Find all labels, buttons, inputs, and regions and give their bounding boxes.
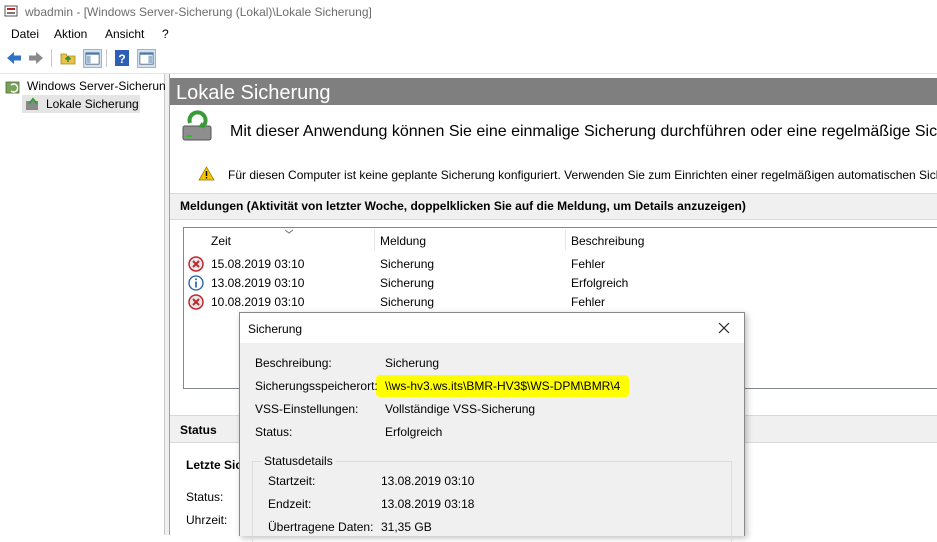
column-header-description[interactable]: Beschreibung	[571, 234, 644, 248]
row-time: 15.08.2019 03:10	[211, 257, 305, 271]
messages-section-title: Meldungen (Aktivität von letzter Woche, …	[180, 199, 746, 213]
status-value: Erfolgreich	[385, 425, 443, 439]
messages-section-header: Meldungen (Aktivität von letzter Woche, …	[170, 193, 937, 220]
tree-selected-row[interactable]: Lokale Sicherung	[22, 95, 140, 113]
local-backup-icon	[26, 97, 38, 110]
warning-icon	[198, 166, 215, 181]
start-time-label: Startzeit:	[268, 474, 316, 488]
start-time-value: 13.08.2019 03:10	[381, 474, 475, 488]
toolbar-separator	[51, 49, 52, 67]
menu-aktion[interactable]: Aktion	[54, 27, 87, 41]
menu-bar: Datei Aktion Ansicht ?	[0, 24, 937, 44]
help-icon[interactable]: ?	[113, 49, 131, 67]
svg-text:?: ?	[118, 52, 125, 66]
description-value: Sicherung	[385, 356, 440, 370]
back-arrow-icon[interactable]	[5, 49, 23, 67]
backup-details-dialog: Sicherung Beschreibung: Sicherung Sicher…	[239, 312, 745, 542]
wbadmin-app-icon	[4, 5, 18, 17]
row-description: Erfolgreich	[571, 276, 629, 290]
error-icon	[188, 256, 204, 272]
backup-location-label: Sicherungsspeicherort:	[255, 379, 378, 393]
tree-item-local-backup[interactable]: Lokale Sicherung	[46, 97, 139, 111]
column-divider	[374, 230, 375, 250]
description-label: Beschreibung:	[255, 356, 332, 370]
menu-datei[interactable]: Datei	[11, 27, 39, 41]
error-icon	[188, 294, 204, 310]
column-header-time[interactable]: Zeit	[211, 234, 231, 248]
row-time: 10.08.2019 03:10	[211, 295, 305, 309]
properties-pane-icon[interactable]	[137, 49, 156, 68]
folder-up-icon[interactable]	[59, 49, 77, 67]
status-details-legend: Statusdetails	[261, 454, 336, 468]
status-label: Status:	[255, 425, 293, 439]
menu-ansicht[interactable]: Ansicht	[105, 27, 144, 41]
end-time-label: Endzeit:	[268, 497, 312, 511]
backup-location-value: \\ws-hv3.ws.its\BMR-HV3$\WS-DPM\BMR\4	[385, 379, 621, 393]
info-icon	[188, 275, 204, 291]
transferred-data-value: 31,35 GB	[381, 520, 432, 534]
backup-drive-icon	[182, 110, 212, 141]
row-description: Fehler	[571, 295, 606, 309]
intro-text: Mit dieser Anwendung können Sie eine ein…	[230, 123, 937, 140]
window-title-bar: wbadmin - [Windows Server-Sicherung (Lok…	[0, 0, 937, 24]
menu-help[interactable]: ?	[162, 27, 169, 41]
row-message: Sicherung	[380, 295, 435, 309]
status-details-group: Statusdetails Startzeit: 13.08.2019 03:1…	[252, 454, 732, 542]
server-backup-icon	[5, 81, 20, 94]
show-hide-tree-icon[interactable]	[83, 49, 102, 68]
close-icon[interactable]	[710, 315, 738, 341]
tree-root-windows-server-backup[interactable]: Windows Server-Sicherun	[27, 79, 166, 93]
content-header: Lokale Sicherung	[170, 78, 937, 105]
status-section-title: Status	[180, 423, 217, 437]
table-row[interactable]: 15.08.2019 03:10 Sicherung Fehler	[184, 255, 937, 274]
page-title: Lokale Sicherung	[176, 82, 331, 104]
row-message: Sicherung	[380, 257, 435, 271]
row-message: Sicherung	[380, 276, 435, 290]
status-label: Status:	[186, 490, 224, 504]
time-label: Uhrzeit:	[186, 513, 228, 527]
table-row[interactable]: 10.08.2019 03:10 Sicherung Fehler	[184, 293, 937, 312]
column-divider	[565, 230, 566, 250]
toolbar: ?	[0, 44, 937, 74]
warning-text: Für diesen Computer ist keine geplante S…	[228, 168, 937, 182]
forward-arrow-icon[interactable]	[27, 49, 45, 67]
transferred-data-label: Übertragene Daten:	[268, 520, 374, 534]
vss-settings-label: VSS-Einstellungen:	[255, 402, 359, 416]
window-title: wbadmin - [Windows Server-Sicherung (Lok…	[25, 5, 372, 19]
row-time: 13.08.2019 03:10	[211, 276, 305, 290]
row-description: Fehler	[571, 257, 606, 271]
dialog-title: Sicherung	[248, 322, 303, 336]
toolbar-separator	[106, 49, 107, 67]
vss-settings-value: Vollständige VSS-Sicherung	[385, 402, 536, 416]
column-header-message[interactable]: Meldung	[380, 234, 426, 248]
end-time-value: 13.08.2019 03:18	[381, 497, 475, 511]
last-backup-heading: Letzte Sic	[186, 458, 243, 472]
navigation-tree: Windows Server-Sicherun Lokale Sicherung	[0, 74, 166, 535]
table-row[interactable]: 13.08.2019 03:10 Sicherung Erfolgreich	[184, 274, 937, 293]
dialog-title-bar: Sicherung	[240, 313, 744, 343]
sort-chevron-icon	[284, 229, 294, 234]
